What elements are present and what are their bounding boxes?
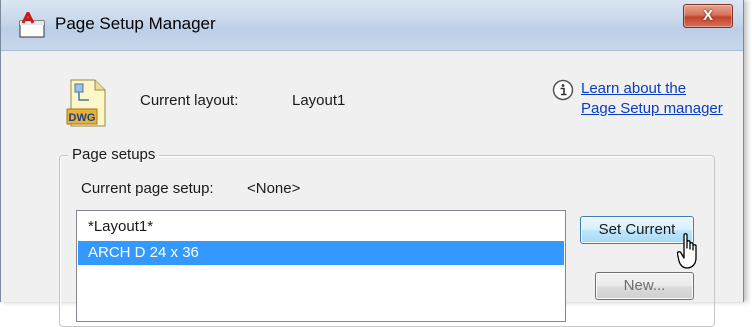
dwg-file-icon: DWG	[66, 79, 106, 127]
mouse-cursor-hand-icon	[677, 233, 697, 269]
title-bar[interactable]: Page Setup Manager X	[1, 0, 743, 51]
info-icon	[552, 79, 574, 101]
close-button[interactable]: X	[683, 4, 733, 28]
page-setups-group-label: Page setups	[68, 146, 160, 163]
window-title: Page Setup Manager	[55, 14, 216, 33]
learn-link-line2: Page Setup manager	[581, 100, 723, 117]
page-setups-list[interactable]: *Layout1* ARCH D 24 x 36	[76, 210, 566, 322]
close-icon: X	[702, 7, 713, 24]
learn-link-line1: Learn about the	[581, 80, 687, 97]
current-layout-value: Layout1	[292, 92, 346, 109]
list-item-arch-d[interactable]: ARCH D 24 x 36	[78, 241, 564, 265]
autocad-logo-icon	[19, 12, 45, 38]
current-page-setup-value: <None>	[247, 180, 301, 197]
page-setup-manager-dialog: Page Setup Manager X DWG Current layout:…	[0, 0, 744, 327]
svg-text:DWG: DWG	[69, 112, 96, 124]
learn-about-page-setup-link[interactable]: Learn about the Page Setup manager	[581, 79, 723, 119]
current-page-setup-label: Current page setup:	[81, 180, 214, 197]
current-layout-label: Current layout:	[140, 92, 239, 109]
new-button[interactable]: New...	[595, 272, 694, 300]
list-item-layout1[interactable]: *Layout1*	[78, 215, 564, 239]
